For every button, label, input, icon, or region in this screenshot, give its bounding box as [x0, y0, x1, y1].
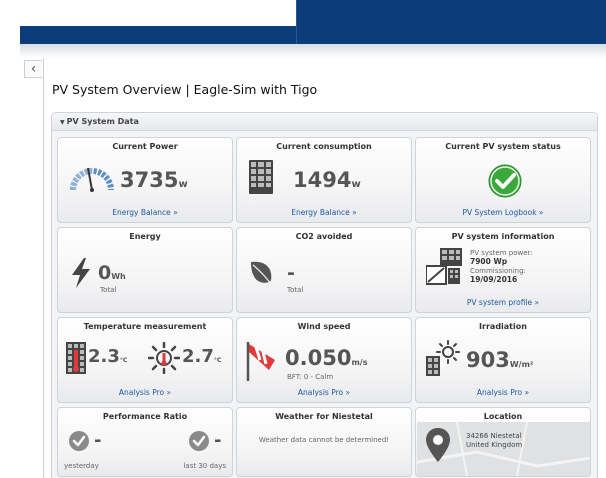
current-power-unit: w: [178, 179, 188, 190]
map-pin-icon: [426, 428, 450, 462]
ambient-temp-unit: °C: [213, 357, 222, 364]
analysis-pro-link[interactable]: Analysis Pro »: [58, 388, 232, 397]
energy-value: 0Wh: [98, 262, 126, 284]
check-circle-grey-icon: [68, 430, 90, 452]
irradiation-unit: W/m²: [509, 360, 534, 369]
tile-energy: Energy 0Wh Total: [57, 227, 233, 313]
energy-balance-link[interactable]: Energy Balance »: [237, 208, 411, 217]
module-temp-unit: °C: [119, 357, 128, 364]
tile-title: Energy: [129, 232, 161, 241]
lightning-icon: [70, 258, 92, 288]
energy-balance-link[interactable]: Energy Balance »: [58, 208, 232, 217]
irradiation-value: 903W/m²: [466, 348, 534, 372]
tile-title: Location: [483, 412, 523, 421]
tile-location: Location 34266 Niestetal United Kingdom: [415, 407, 591, 477]
sun-panel-icon: [426, 340, 460, 376]
check-circle-icon: [488, 164, 522, 198]
tile-co2-avoided: CO2 avoided - Total: [236, 227, 412, 313]
sidebar-divider: [43, 58, 44, 478]
pv-power-value: 7900 Wp: [470, 257, 508, 266]
tile-title: Current consumption: [276, 142, 372, 151]
analysis-pro-link[interactable]: Analysis Pro »: [416, 388, 590, 397]
tile-title: Wind speed: [297, 322, 351, 331]
solar-panel-icon: [249, 160, 273, 194]
tile-title: Current Power: [112, 142, 178, 151]
tile-current-power: Current Power 3735w Energy Balance »: [57, 137, 233, 223]
sun-thermometer-icon: [148, 342, 180, 374]
header-blue-block: [296, 0, 606, 44]
co2-value: -: [287, 262, 295, 284]
commissioning-label: Commissioning:: [470, 267, 526, 275]
check-circle-grey-icon: [188, 430, 210, 452]
current-power-value: 3735w: [120, 168, 188, 192]
windsock-icon: [245, 340, 277, 382]
tile-pv-system-status: Current PV system status PV System Logbo…: [415, 137, 591, 223]
tile-weather: Weather for Niestetal Weather data canno…: [236, 407, 412, 477]
leaf-icon: [249, 260, 273, 286]
tile-title: Current PV system status: [445, 142, 561, 151]
beaufort-text: BFT: 0 - Calm: [287, 373, 334, 381]
analysis-pro-link[interactable]: Analysis Pro »: [237, 388, 411, 397]
pv-system-icon: [426, 248, 462, 286]
tile-irradiation: Irradiation 903W/m² Analysis Pro »: [415, 317, 591, 403]
location-line1: 34266 Niestetal: [466, 432, 522, 440]
ambient-temp-value: 2.7°C: [182, 346, 222, 367]
wind-speed-value: 0.050m/s: [285, 346, 368, 370]
commissioning-value: 19/09/2016: [470, 275, 518, 284]
panel-header[interactable]: ▼ PV System Data: [52, 113, 597, 131]
pv-system-profile-link[interactable]: PV system profile »: [416, 298, 590, 307]
header-tab-area: [20, 0, 296, 26]
tile-title: PV system information: [451, 232, 555, 241]
pv-power-label: PV system power:: [470, 249, 533, 257]
energy-unit: Wh: [111, 272, 126, 281]
gauge-icon: [70, 160, 114, 192]
tile-wind-speed: Wind speed 0.050m/s BFT: 0 - Calm Analys…: [236, 317, 412, 403]
location-line2: United Kingdom: [466, 441, 523, 449]
header-blue-bar: [20, 26, 300, 44]
module-thermometer-icon: [66, 342, 86, 374]
tile-title: Temperature measurement: [83, 322, 207, 331]
energy-sub: Total: [100, 286, 117, 294]
tile-pv-system-information: PV system information PV system power: 7…: [415, 227, 591, 313]
current-consumption-unit: w: [351, 179, 361, 190]
pv-system-logbook-link[interactable]: PV System Logbook »: [416, 208, 590, 217]
tile-performance-ratio: Performance Ratio - - yesterday last 30 …: [57, 407, 233, 477]
module-temp-value: 2.3°C: [88, 346, 128, 367]
tile-temperature-measurement: Temperature measurement 2.3°C 2.7°C Anal…: [57, 317, 233, 403]
tile-title: Performance Ratio: [102, 412, 188, 421]
tile-title: Irradiation: [479, 322, 527, 331]
pr-yesterday-label: yesterday: [64, 462, 99, 470]
tile-current-consumption: Current consumption 1494w Energy Balance…: [236, 137, 412, 223]
current-consumption-value: 1494w: [293, 168, 361, 192]
pr-30days-value: -: [214, 430, 222, 451]
header-shadow: [20, 44, 606, 58]
panel-header-label: PV System Data: [66, 117, 139, 126]
weather-message: Weather data cannot be determined!: [258, 436, 390, 444]
tile-title: CO2 avoided: [295, 232, 353, 241]
pv-system-data-panel: ▼ PV System Data Current Power 3735w Ener…: [51, 112, 598, 478]
sidebar-collapse-button[interactable]: ‹: [24, 60, 42, 78]
app-header-band: [0, 0, 606, 44]
pr-30days-label: last 30 days: [183, 462, 226, 470]
collapse-triangle-icon[interactable]: ▼: [60, 119, 65, 126]
pr-yesterday-value: -: [94, 430, 102, 451]
wind-speed-unit: m/s: [351, 358, 368, 367]
co2-sub: Total: [287, 286, 304, 294]
page-title: PV System Overview | Eagle-Sim with Tigo: [52, 82, 318, 97]
tile-title: Weather for Niestetal: [275, 412, 373, 421]
